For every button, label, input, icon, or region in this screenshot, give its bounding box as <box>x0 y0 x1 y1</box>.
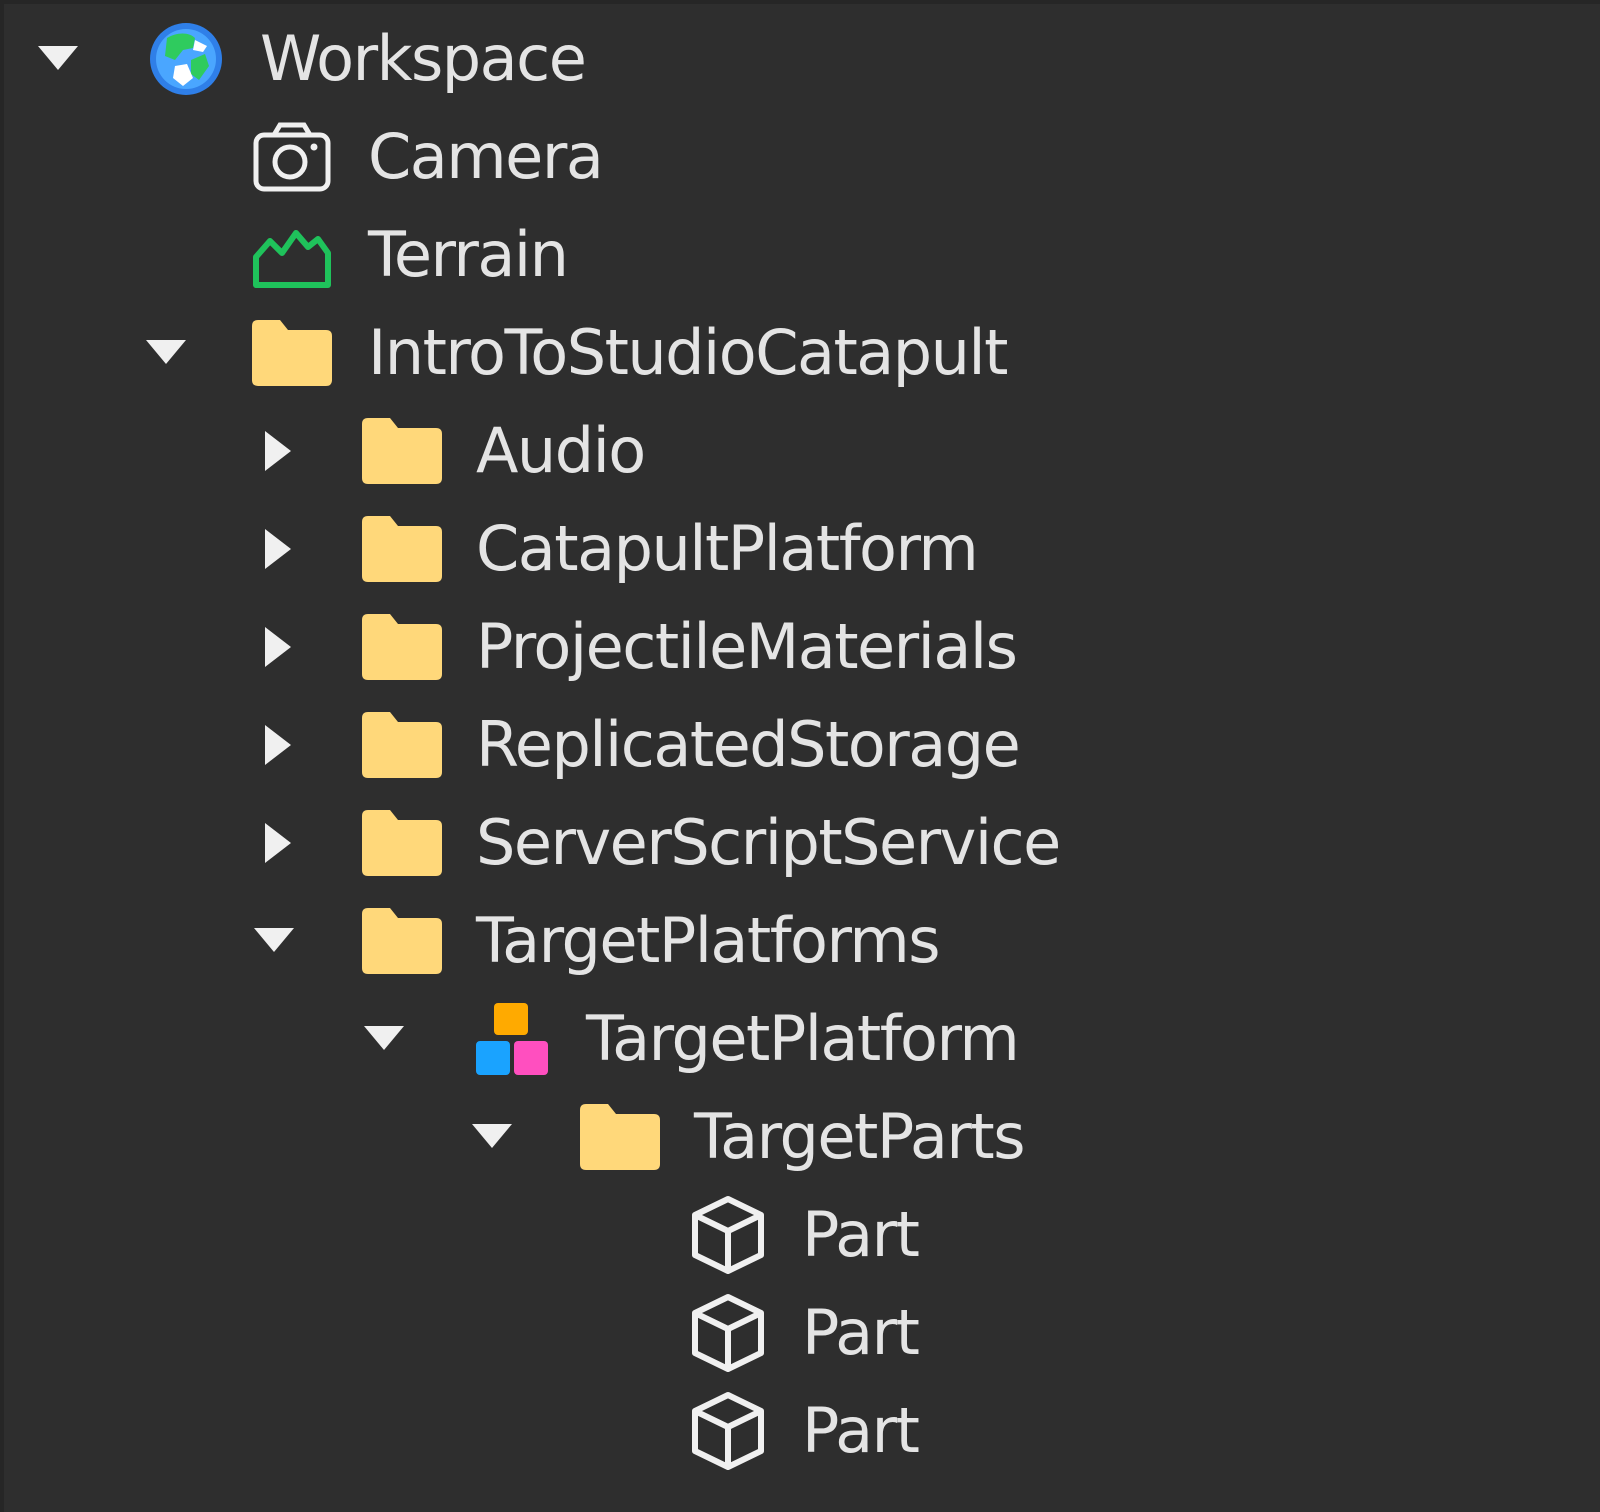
model-icon <box>470 997 554 1081</box>
tree-item-label: IntroToStudioCatapult <box>368 316 1008 389</box>
folder-icon <box>360 507 444 591</box>
tree-item-label: Camera <box>368 120 604 193</box>
tree-item-label: TargetPlatforms <box>476 904 941 977</box>
folder-icon <box>360 899 444 983</box>
part-icon <box>686 1291 770 1375</box>
tree-item-label: Audio <box>476 414 646 487</box>
tree-item-serverscriptservice[interactable]: ServerScriptService <box>4 793 1600 893</box>
expand-arrow-expanded-icon[interactable] <box>138 325 194 381</box>
tree-item-workspace[interactable]: Workspace <box>4 9 1600 109</box>
tree-item-part[interactable]: Part <box>4 1381 1600 1481</box>
expand-arrow-collapsed-icon[interactable] <box>250 423 306 479</box>
tree-item-label: ReplicatedStorage <box>476 708 1021 781</box>
tree-item-label: TargetParts <box>694 1100 1026 1173</box>
expand-arrow-collapsed-icon[interactable] <box>250 717 306 773</box>
folder-icon <box>360 801 444 885</box>
tree-item-label: Part <box>802 1394 920 1467</box>
tree-item-label: Part <box>802 1296 920 1369</box>
tree-item-label: Part <box>802 1198 920 1271</box>
tree-item-introtostudiocatapult[interactable]: IntroToStudioCatapult <box>4 303 1600 403</box>
tree-item-label: TargetPlatform <box>586 1002 1020 1075</box>
tree-item-part[interactable]: Part <box>4 1283 1600 1383</box>
tree-item-targetparts[interactable]: TargetParts <box>4 1087 1600 1187</box>
workspace-icon <box>144 17 228 101</box>
folder-icon <box>360 703 444 787</box>
tree-item-catapultplatform[interactable]: CatapultPlatform <box>4 499 1600 599</box>
expand-arrow-collapsed-icon[interactable] <box>250 521 306 577</box>
tree-item-label: Terrain <box>368 218 569 291</box>
tree-item-label: CatapultPlatform <box>476 512 979 585</box>
expand-arrow-collapsed-icon[interactable] <box>250 619 306 675</box>
folder-icon <box>360 605 444 689</box>
part-icon <box>686 1389 770 1473</box>
tree-item-camera[interactable]: Camera <box>4 107 1600 207</box>
tree-item-targetplatforms[interactable]: TargetPlatforms <box>4 891 1600 991</box>
terrain-icon <box>250 213 334 297</box>
folder-icon <box>360 409 444 493</box>
tree-item-projectilematerials[interactable]: ProjectileMaterials <box>4 597 1600 697</box>
part-icon <box>686 1193 770 1277</box>
tree-item-part[interactable]: Part <box>4 1185 1600 1285</box>
expand-arrow-expanded-icon[interactable] <box>356 1011 412 1067</box>
tree-item-label: ProjectileMaterials <box>476 610 1018 683</box>
folder-icon <box>250 311 334 395</box>
tree-item-label: ServerScriptService <box>476 806 1061 879</box>
expand-arrow-expanded-icon[interactable] <box>246 913 302 969</box>
tree-item-replicatedstorage[interactable]: ReplicatedStorage <box>4 695 1600 795</box>
folder-icon <box>578 1095 662 1179</box>
tree-item-label: Workspace <box>260 22 587 95</box>
camera-icon <box>250 115 334 199</box>
tree-item-audio[interactable]: Audio <box>4 401 1600 501</box>
expand-arrow-expanded-icon[interactable] <box>30 31 86 87</box>
expand-arrow-collapsed-icon[interactable] <box>250 815 306 871</box>
tree-item-terrain[interactable]: Terrain <box>4 205 1600 305</box>
expand-arrow-expanded-icon[interactable] <box>464 1109 520 1165</box>
tree-item-targetplatform[interactable]: TargetPlatform <box>4 989 1600 1089</box>
explorer-panel: Workspace Camera Terrain IntroToStudioCa… <box>0 0 1600 1512</box>
